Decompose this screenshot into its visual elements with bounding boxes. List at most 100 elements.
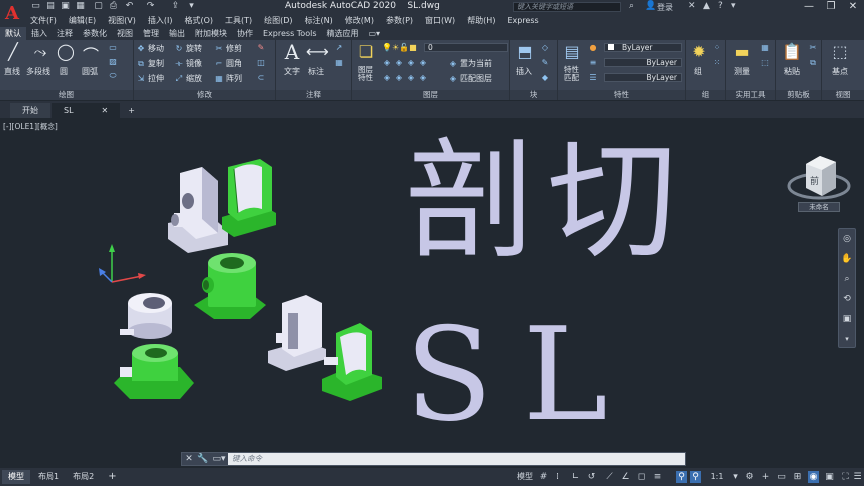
part-white-bracket[interactable] [168, 167, 228, 253]
menu-item-4[interactable]: 格式(O) [178, 14, 219, 27]
arc-button[interactable]: 圆弧 [82, 66, 98, 77]
close-command-icon[interactable]: ✕ [182, 454, 196, 464]
close-icon[interactable]: ✕ [842, 0, 864, 14]
create-block-icon[interactable]: ◇ [540, 43, 550, 52]
arc-icon[interactable]: ⌒ [80, 42, 102, 66]
ribbon-group-label-draw[interactable]: 绘图 [0, 90, 133, 100]
move-button[interactable]: ✥ 移动 [136, 43, 164, 54]
scale-dropdown-icon[interactable]: ▾ [730, 471, 741, 483]
insert-block-button[interactable]: 插入 [516, 66, 532, 77]
snap-icon[interactable]: ⁞ [552, 471, 563, 483]
navbar-menu-icon[interactable]: ▾ [841, 333, 853, 345]
annotation-monitor-icon[interactable]: + [760, 471, 771, 483]
menu-item-5[interactable]: 工具(T) [219, 14, 258, 27]
ribbon-tab-5[interactable]: 管理 [138, 27, 164, 40]
layer-state-icons[interactable]: 💡☀🔓■ [382, 43, 417, 52]
ribbon-tab-4[interactable]: 视图 [112, 27, 138, 40]
rectangle-icon[interactable]: ▭ [108, 43, 118, 52]
ribbon-tab-6[interactable]: 输出 [164, 27, 190, 40]
menu-item-12[interactable]: Express [501, 14, 544, 27]
edit-block-icon[interactable]: ✎ [540, 58, 550, 67]
help-dropdown-icon[interactable]: ▾ [731, 1, 736, 11]
ribbon-group-label-modify[interactable]: 修改 [134, 90, 275, 100]
explode-icon[interactable]: ◫ [256, 58, 266, 67]
part-green-hex-base[interactable] [114, 344, 194, 399]
group-edit-icon[interactable]: ⁙ [712, 58, 722, 67]
part-white-section[interactable] [268, 295, 326, 371]
menu-item-10[interactable]: 窗口(W) [419, 14, 461, 27]
color-dropdown[interactable]: ByLayer [604, 43, 682, 52]
wcs-dropdown[interactable]: 未命名 [798, 202, 840, 212]
part-green-bracket[interactable] [222, 159, 276, 237]
lineweight-dropdown[interactable]: ByLayer [604, 73, 682, 82]
search-icon[interactable]: ⌕ [629, 1, 634, 11]
scale-button[interactable]: ⤢ 缩放 [174, 73, 202, 84]
ribbon-tab-3[interactable]: 参数化 [78, 27, 112, 40]
redo-icon[interactable]: ↷ [145, 1, 156, 12]
mirror-button[interactable]: ⟛ 镜像 [174, 58, 202, 69]
ribbon-group-label-annotation[interactable]: 注释 [276, 90, 351, 100]
block-attribute-icon[interactable]: ◆ [540, 73, 550, 82]
annotation-visibility-icon[interactable]: ⚲ [676, 471, 687, 483]
save-icon[interactable]: ▣ [60, 1, 71, 12]
quick-properties-icon[interactable]: ⊞ [792, 471, 803, 483]
orbit-icon[interactable]: ⟲ [841, 293, 853, 305]
menu-item-9[interactable]: 参数(P) [380, 14, 419, 27]
viewport-controls-label[interactable]: [-][OLE1][概念] [3, 121, 58, 132]
group-button[interactable]: 组 [694, 66, 702, 77]
menu-item-8[interactable]: 修改(M) [339, 14, 380, 27]
ungroup-icon[interactable]: ⁘ [712, 43, 722, 52]
trim-button[interactable]: ✂ 修剪 [214, 43, 242, 54]
ribbon-options-icon[interactable]: ▭▾ [364, 27, 386, 40]
measure-icon[interactable]: ▬ [730, 42, 754, 61]
zoom-extents-icon[interactable]: ⌕ [841, 273, 853, 285]
command-input[interactable]: 键入命令 [228, 453, 685, 465]
user-icon[interactable]: 👤 [645, 1, 656, 11]
ribbon-group-label-properties[interactable]: 特性 [558, 90, 685, 100]
minimize-icon[interactable]: — [798, 0, 820, 14]
units-icon[interactable]: ▭ [776, 471, 787, 483]
viewcube-face-label[interactable]: 前 [810, 174, 819, 187]
ribbon-group-label-view[interactable]: 视图 [822, 90, 864, 100]
dimension-icon[interactable]: ⟷ [306, 42, 329, 61]
insert-block-icon[interactable]: ⬒ [514, 42, 536, 61]
new-file-icon[interactable]: ▭ [30, 1, 41, 12]
ribbon-tab-8[interactable]: 协作 [232, 27, 258, 40]
doc-tab-start[interactable]: 开始 [10, 103, 50, 118]
ribbon-tab-1[interactable]: 插入 [26, 27, 52, 40]
part-green-section[interactable] [322, 323, 382, 401]
application-menu-button[interactable]: A [0, 0, 24, 27]
polar-icon[interactable]: ↺ [586, 471, 597, 483]
ribbon-group-label-groups[interactable]: 组 [686, 90, 725, 100]
plot-icon[interactable]: ⎙ [108, 1, 119, 12]
clean-screen-icon[interactable]: ⛶ [840, 471, 851, 483]
model-parts[interactable] [110, 153, 400, 423]
isodraft-icon[interactable]: ⟋ [604, 471, 615, 483]
rotate-button[interactable]: ↻ 旋转 [174, 43, 202, 54]
circle-button[interactable]: 圆 [60, 66, 68, 77]
match-properties-button[interactable]: 特性匹配 [564, 66, 584, 82]
help-icon[interactable]: ? [718, 1, 723, 11]
close-tab-icon[interactable]: ✕ [102, 106, 109, 115]
ribbon-tab-9[interactable]: Express Tools [258, 27, 322, 40]
autodesk-a360-icon[interactable]: ▲ [703, 1, 710, 11]
ribbon-group-label-block[interactable]: 块 [510, 90, 557, 100]
text-icon[interactable]: A [280, 40, 304, 64]
ribbon-tab-10[interactable]: 精选应用 [322, 27, 364, 40]
match-layer-button[interactable]: ◈ 匹配图层 [448, 73, 492, 84]
osnap-icon[interactable]: ◻ [636, 471, 647, 483]
login-link[interactable]: 登录 [657, 2, 673, 13]
group-icon[interactable]: ✹ [688, 42, 710, 61]
ellipse-icon[interactable]: ⬭ [108, 71, 118, 80]
make-current-button[interactable]: ◈ 置为当前 [448, 58, 492, 69]
showmotion-icon[interactable]: ▣ [841, 313, 853, 325]
linetype-dropdown[interactable]: ByLayer [604, 58, 682, 67]
undo-icon[interactable]: ↶ [124, 1, 135, 12]
layer-tools-row2[interactable]: ◈ ◈ ◈ ◈ [382, 73, 428, 82]
layer-dropdown[interactable]: 0 [424, 43, 508, 52]
menu-item-6[interactable]: 绘图(D) [258, 14, 298, 27]
quick-access-menu-icon[interactable]: ▾ [186, 1, 197, 12]
line-icon[interactable]: ╱ [2, 42, 24, 61]
osnap-track-icon[interactable]: ∠ [620, 471, 631, 483]
doc-tab-sl[interactable]: SL ✕ [52, 103, 121, 118]
